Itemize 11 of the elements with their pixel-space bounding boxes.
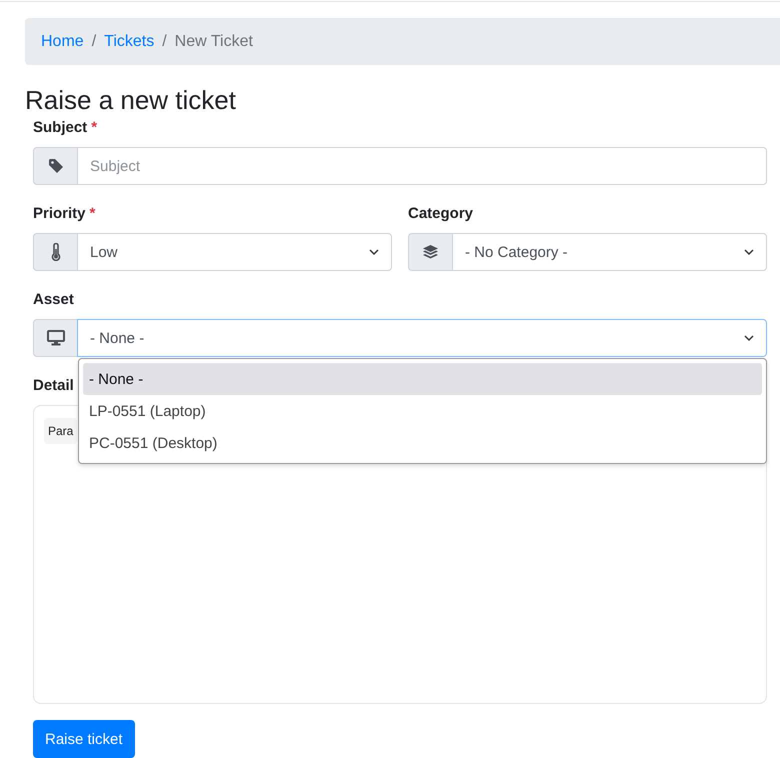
field-label: Priority	[33, 205, 86, 222]
field-label: Subject	[33, 119, 88, 136]
page-title: Raise a new ticket	[25, 85, 237, 115]
required-mark: *	[91, 119, 98, 136]
breadcrumb-separator: /	[90, 32, 98, 50]
field-label: Category	[408, 205, 474, 222]
required-mark: *	[90, 205, 96, 222]
breadcrumb-current: New Ticket	[174, 32, 253, 50]
field-label: Asset	[33, 291, 74, 308]
field-label: Detail	[33, 377, 74, 395]
breadcrumb-separator: /	[161, 32, 168, 50]
